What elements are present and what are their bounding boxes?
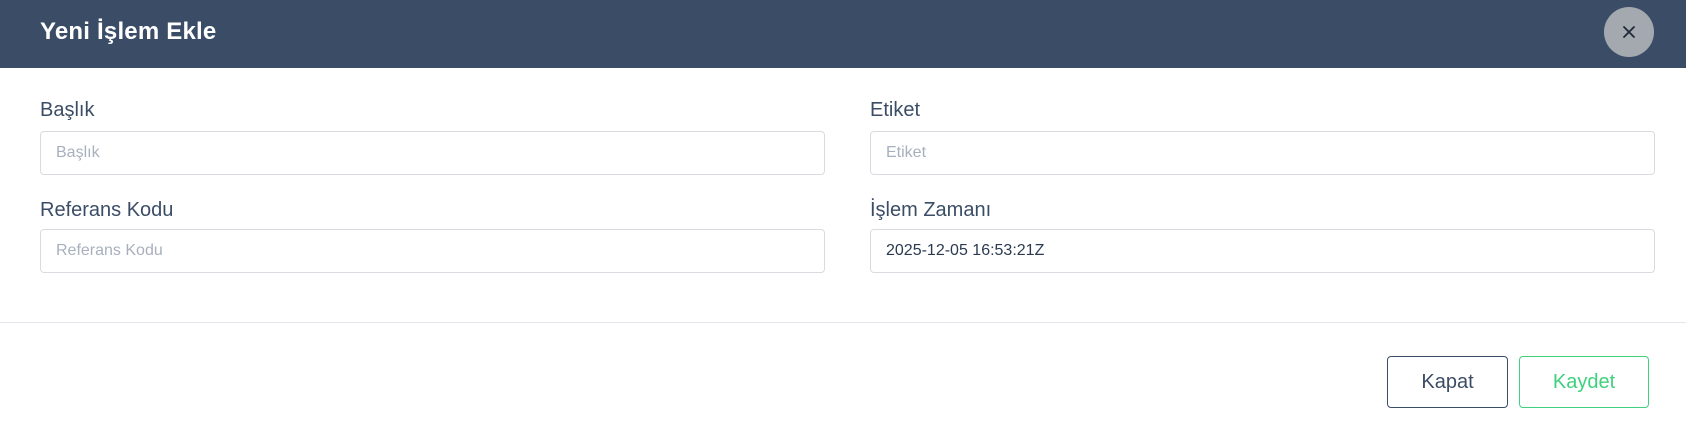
modal-title: Yeni İşlem Ekle — [40, 18, 217, 45]
close-modal-button[interactable]: Kapat — [1387, 356, 1508, 408]
tag-input[interactable] — [870, 131, 1655, 175]
transaction-time-label: İşlem Zamanı — [870, 199, 992, 221]
reference-code-label: Referans Kodu — [40, 199, 174, 221]
tag-label: Etiket — [870, 99, 921, 121]
title-label: Başlık — [40, 99, 95, 121]
close-button[interactable] — [1604, 7, 1654, 57]
title-input[interactable] — [40, 131, 825, 175]
footer-divider — [0, 322, 1686, 323]
modal-header: Yeni İşlem Ekle — [0, 0, 1686, 68]
close-icon — [1623, 26, 1635, 38]
add-transaction-modal: Yeni İşlem Ekle Başlık Etiket Referans K… — [0, 0, 1686, 436]
reference-code-input[interactable] — [40, 229, 825, 273]
transaction-time-input[interactable] — [870, 229, 1655, 273]
save-button[interactable]: Kaydet — [1519, 356, 1649, 408]
